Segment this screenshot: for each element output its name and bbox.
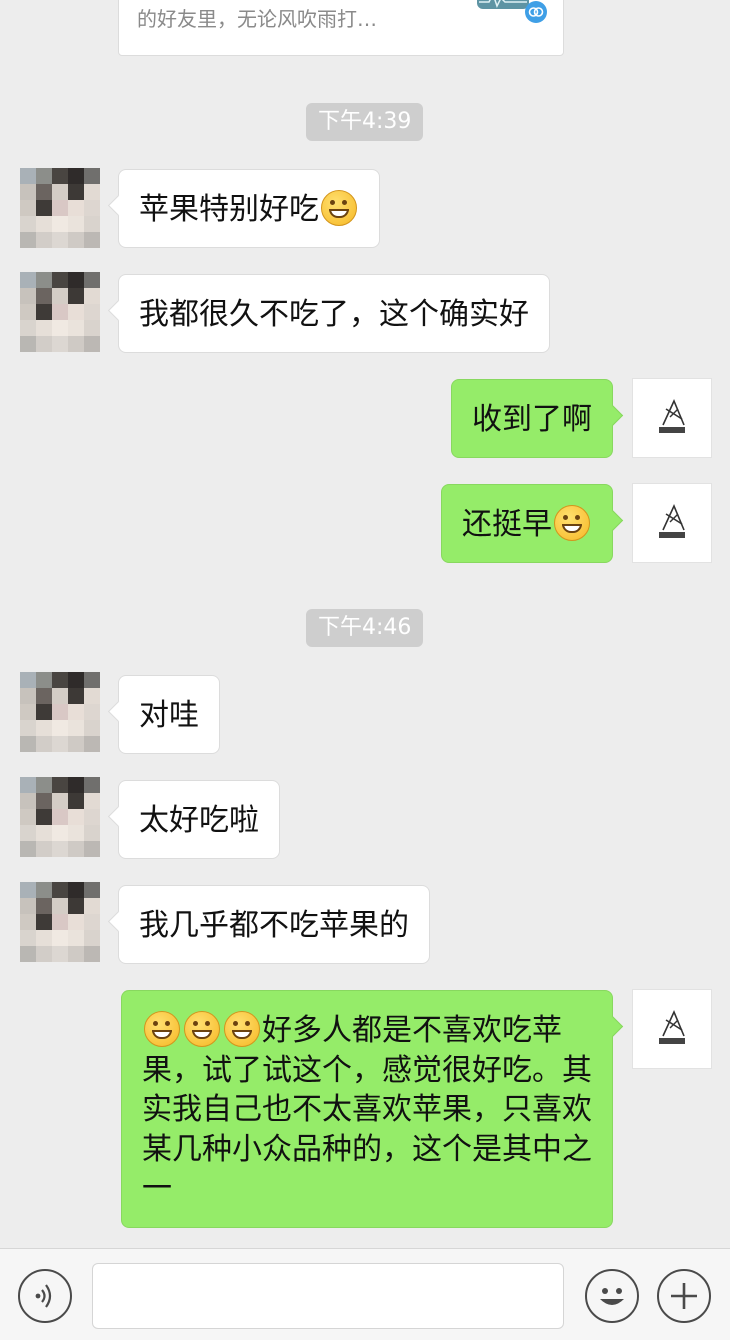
grinning-face-emoji [554,505,590,541]
message-bubble-incoming[interactable]: 苹果特别好吃 [118,169,380,248]
message-bubble-incoming[interactable]: 对哇 [118,675,220,754]
message-bubble-outgoing[interactable]: 收到了啊 [451,379,613,458]
grinning-face-emoji [184,1011,220,1047]
mini-program-icon [525,1,547,23]
plus-icon [671,1283,697,1309]
contact-avatar[interactable] [20,882,100,962]
emoji-icon [600,1288,624,1305]
grinning-face-emoji [144,1011,180,1047]
contact-avatar[interactable] [20,777,100,857]
my-avatar[interactable] [632,483,712,563]
link-card-description: 的好友里，无论风吹雨打… [137,7,377,31]
message-bubble-incoming[interactable]: 我都很久不吃了，这个确实好 [118,274,550,353]
logo-icon [659,399,685,433]
logo-icon [659,504,685,538]
voice-button[interactable] [18,1269,72,1323]
message-bubble-outgoing[interactable]: 还挺早 [441,484,613,563]
input-bar [0,1248,730,1340]
my-avatar[interactable] [632,378,712,458]
message-bubble-incoming[interactable]: 我几乎都不吃苹果的 [118,885,430,964]
message-input[interactable] [92,1263,564,1329]
my-avatar[interactable] [632,989,712,1069]
logo-icon [659,1010,685,1044]
voice-icon [35,1284,52,1308]
contact-avatar[interactable] [20,672,100,752]
contact-avatar[interactable] [20,272,100,352]
message-bubble-outgoing[interactable]: 好多人都是不喜欢吃苹果，试了试这个，感觉很好吃。其实我自己也不太喜欢苹果，只喜欢… [121,990,613,1228]
contact-avatar[interactable] [20,168,100,248]
plus-button[interactable] [657,1269,711,1323]
emoji-button[interactable] [585,1269,639,1323]
timestamp: 下午4:46 [306,609,424,647]
timestamp: 下午4:39 [306,103,424,141]
grinning-face-emoji [321,190,357,226]
shared-link-card[interactable]: 的好友里，无论风吹雨打… [118,0,564,56]
grinning-face-emoji [224,1011,260,1047]
message-bubble-incoming[interactable]: 太好吃啦 [118,780,280,859]
